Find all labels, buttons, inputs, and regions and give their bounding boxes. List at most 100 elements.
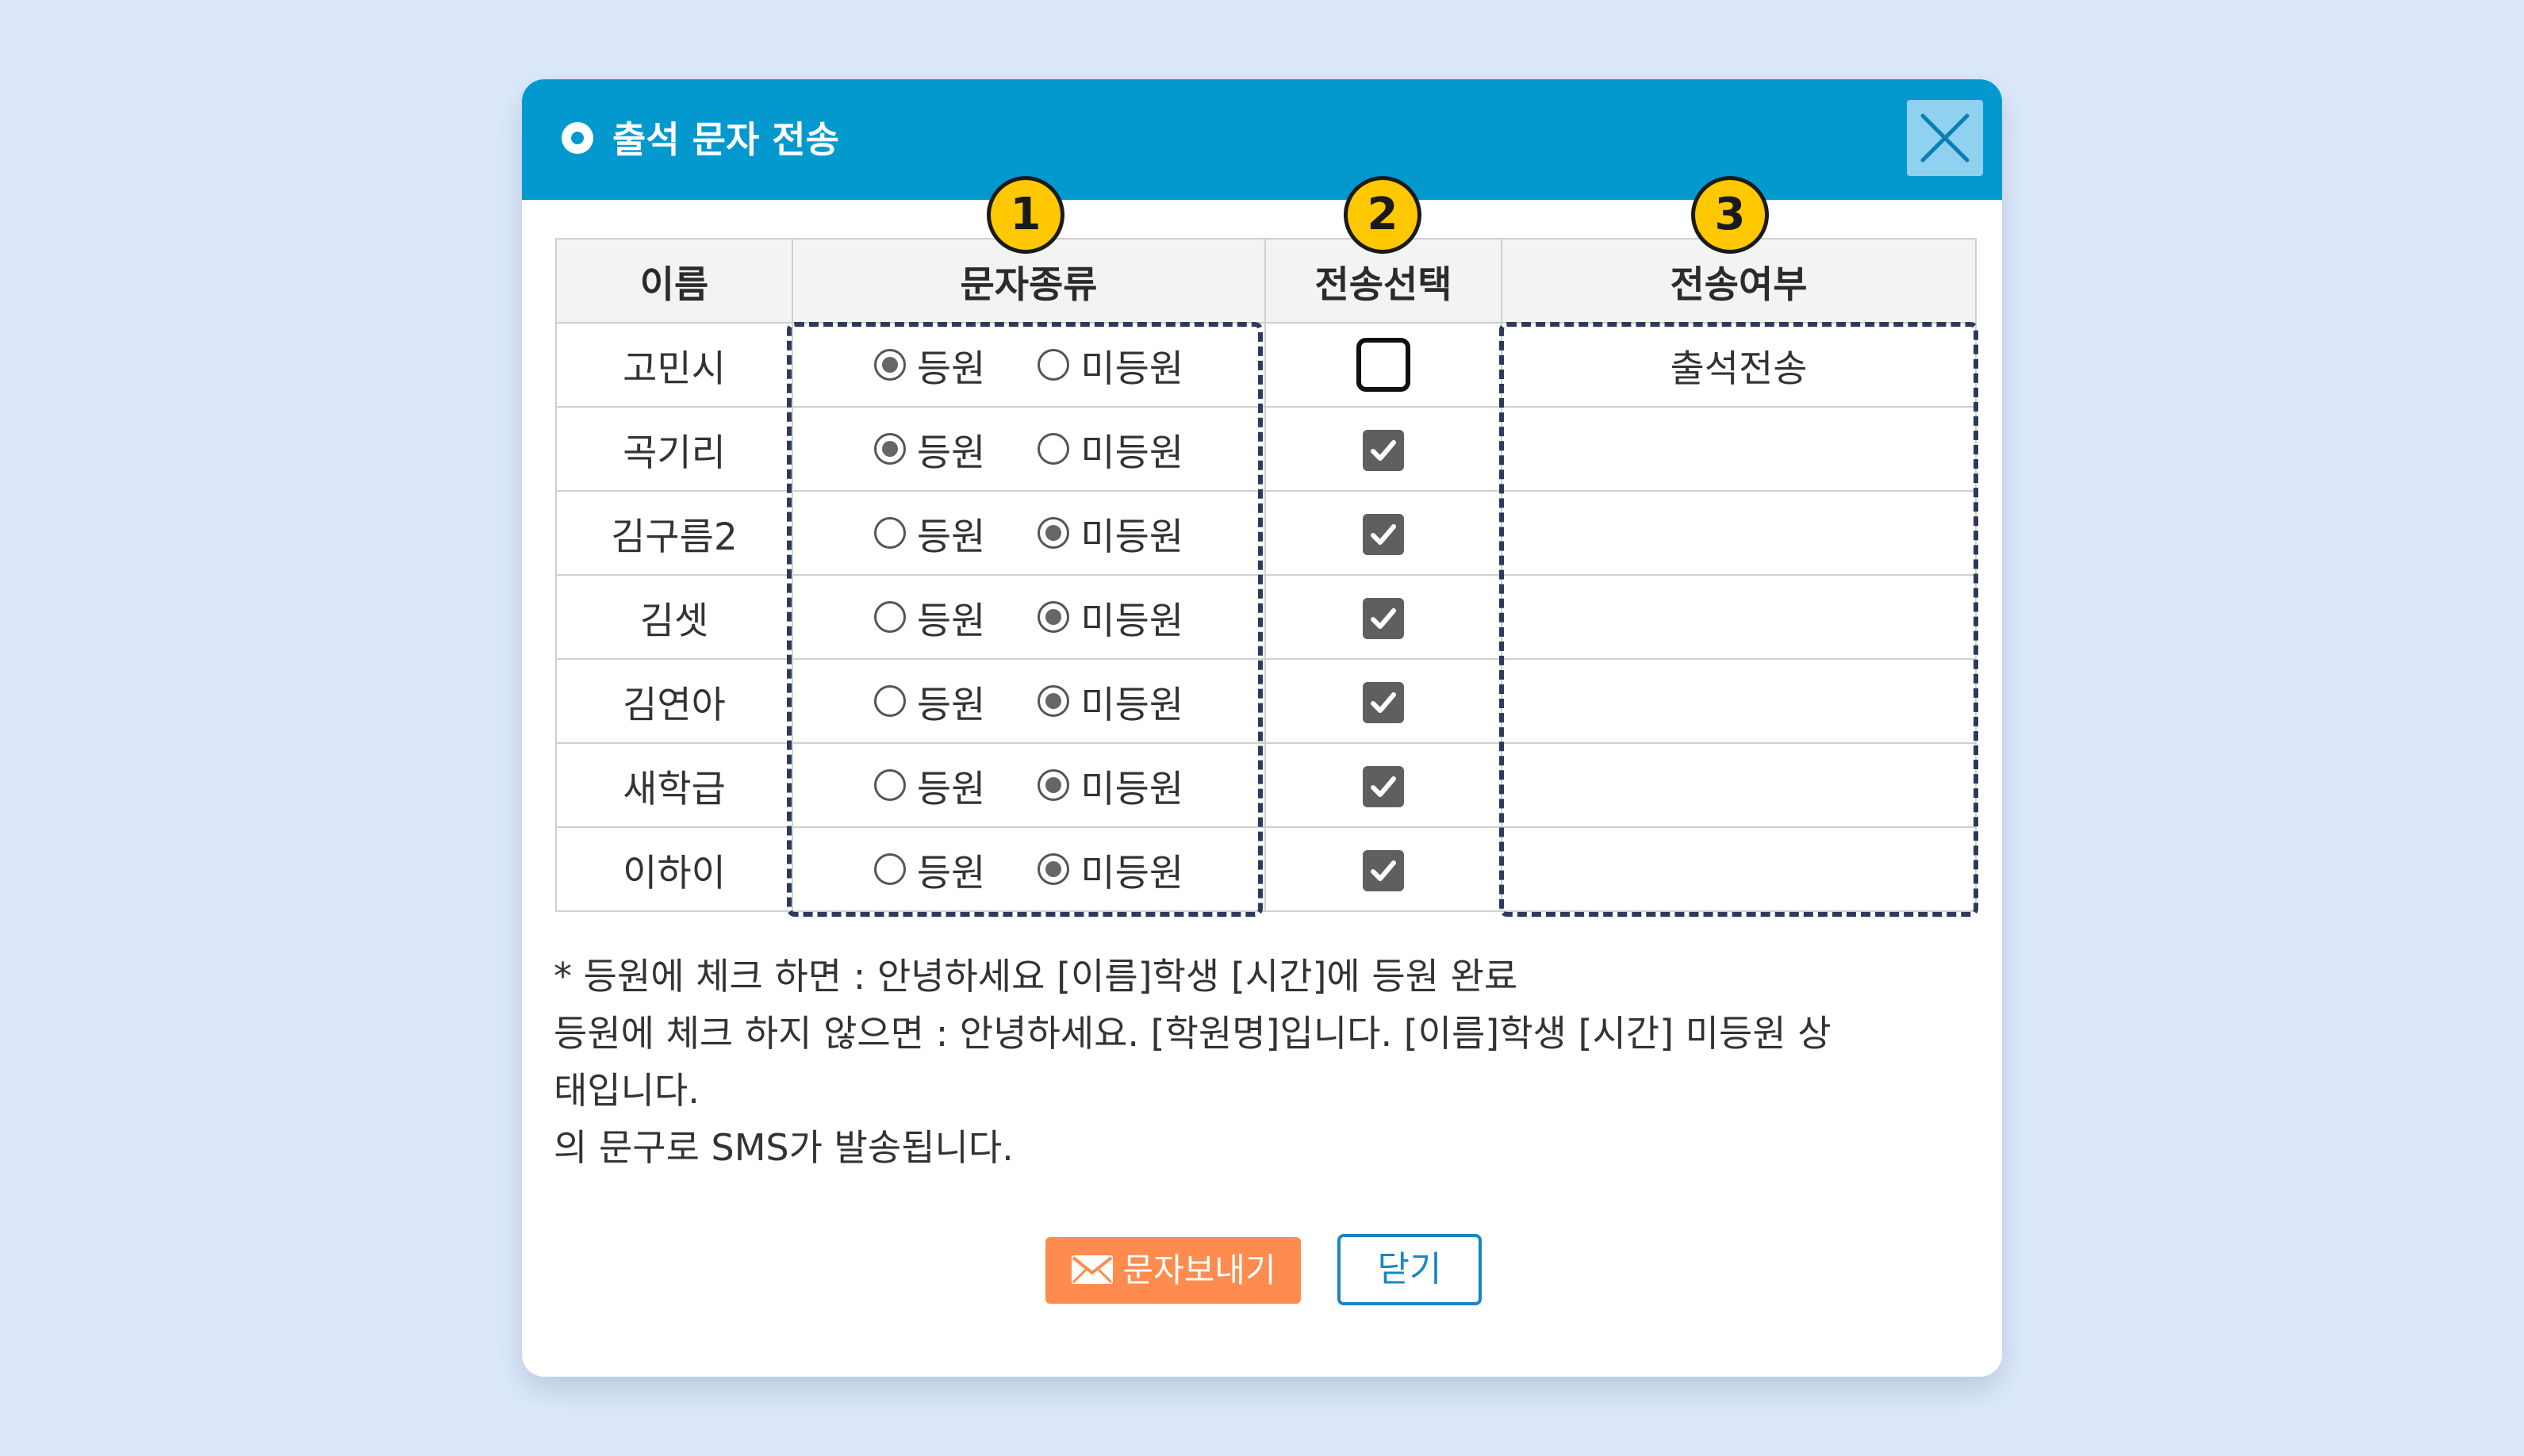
radio-option-arrived[interactable]: 등원: [873, 338, 985, 393]
table-row: 김구름2 등원 미등원: [555, 490, 1977, 576]
message-type-radio-group: 등원 미등원: [793, 338, 1264, 393]
checkmark-icon: [1371, 524, 1396, 546]
send-sms-label: 문자보내기: [1122, 1251, 1276, 1289]
message-type-radio-group: 등원 미등원: [793, 674, 1264, 729]
message-type-cell: 등원 미등원: [792, 658, 1266, 744]
table-body: 고민시 등원 미등원 출석전송 곡기리 등원 미등원 김구름2 등원 미등원 김셋 등원 미등원 김연아 등…: [555, 322, 1977, 912]
sms-template-notes: * 등원에 체크 하면 : 안녕하세요 [이름]학생 [시간]에 등원 완료 등…: [554, 948, 1981, 1176]
note-line: 등원에 체크 하지 않으면 : 안녕하세요. [학원명]입니다. [이름]학생 …: [554, 1012, 1832, 1055]
radio-button-icon[interactable]: [873, 517, 906, 549]
radio-button-icon[interactable]: [1038, 349, 1070, 381]
radio-button-icon[interactable]: [1038, 769, 1070, 801]
radio-option-not-arrived[interactable]: 미등원: [1038, 422, 1183, 477]
checkmark-icon: [1371, 608, 1396, 630]
radio-option-not-arrived[interactable]: 미등원: [1038, 590, 1183, 645]
send-checkbox-checked[interactable]: [1363, 514, 1404, 556]
radio-button-icon[interactable]: [873, 853, 906, 885]
radio-option-arrived[interactable]: 등원: [873, 590, 986, 645]
radio-option-not-arrived[interactable]: 미등원: [1038, 758, 1183, 813]
send-checkbox-checked[interactable]: [1363, 598, 1404, 640]
radio-option-not-arrived[interactable]: 미등원: [1038, 338, 1183, 393]
table-header-row: 이름 문자종류 전송선택 전송여부: [555, 238, 1977, 324]
table-row: 새학급 등원 미등원: [555, 742, 1977, 828]
radio-label: 등원: [916, 431, 986, 475]
send-checkbox-unchecked[interactable]: [1356, 338, 1410, 392]
student-name-cell: 김구름2: [555, 490, 793, 576]
radio-button-icon[interactable]: [873, 685, 906, 717]
message-type-radio-group: 등원 미등원: [793, 422, 1264, 477]
title-bullet-icon: [562, 122, 593, 154]
message-type-radio-group: 등원 미등원: [793, 842, 1264, 897]
page-background: 출석 문자 전송 1 2 3 이름 문자종류 전송선택 전송여부 고민시 등원 …: [0, 0, 2524, 1456]
radio-label: 미등원: [1080, 851, 1184, 895]
radio-label: 미등원: [1080, 767, 1184, 811]
message-type-cell: 등원 미등원: [792, 826, 1266, 912]
radio-label: 등원: [916, 599, 986, 643]
note-line: 의 문구로 SMS가 발송됩니다.: [554, 1126, 1014, 1169]
table-row: 이하이 등원 미등원: [555, 826, 1977, 912]
envelope-icon: [1072, 1255, 1114, 1284]
radio-label: 미등원: [1080, 683, 1184, 727]
send-select-cell: [1264, 490, 1502, 576]
send-status-cell: [1501, 742, 1977, 828]
radio-label: 미등원: [1080, 599, 1184, 643]
table-row: 김셋 등원 미등원: [555, 574, 1977, 660]
table-row: 김연아 등원 미등원: [555, 658, 1977, 744]
send-select-cell: [1264, 574, 1502, 660]
radio-option-arrived[interactable]: 등원: [873, 674, 986, 729]
checkmark-icon: [1371, 860, 1396, 882]
callout-badge-1: 1: [987, 176, 1064, 254]
student-table: 이름 문자종류 전송선택 전송여부 고민시 등원 미등원 출석전송 곡기리 등원 미등원 김구…: [555, 238, 1977, 912]
message-type-radio-group: 등원 미등원: [793, 506, 1264, 561]
message-type-cell: 등원 미등원: [792, 742, 1266, 828]
radio-option-arrived[interactable]: 등원: [873, 842, 986, 897]
radio-button-icon[interactable]: [873, 769, 906, 801]
checkmark-icon: [1371, 692, 1396, 714]
student-name-cell: 고민시: [555, 322, 793, 408]
send-checkbox-checked[interactable]: [1363, 682, 1404, 724]
student-name-cell: 새학급: [555, 742, 793, 828]
table-row: 고민시 등원 미등원 출석전송: [555, 322, 1977, 408]
radio-button-icon[interactable]: [873, 349, 906, 381]
checkmark-icon: [1371, 776, 1396, 798]
send-checkbox-checked[interactable]: [1363, 850, 1404, 892]
radio-button-icon[interactable]: [1038, 853, 1070, 885]
radio-label: 등원: [916, 683, 986, 727]
radio-button-icon[interactable]: [1038, 517, 1070, 549]
radio-option-not-arrived[interactable]: 미등원: [1038, 674, 1183, 729]
radio-option-not-arrived[interactable]: 미등원: [1038, 842, 1183, 897]
radio-option-arrived[interactable]: 등원: [873, 506, 985, 561]
radio-option-not-arrived[interactable]: 미등원: [1038, 506, 1183, 561]
message-type-radio-group: 등원 미등원: [793, 758, 1264, 813]
radio-label: 등원: [916, 767, 986, 811]
header-name: 이름: [555, 238, 793, 324]
send-checkbox-checked[interactable]: [1363, 430, 1404, 472]
send-status-cell: [1501, 490, 1977, 576]
student-name-cell: 이하이: [555, 826, 793, 912]
radio-label: 미등원: [1080, 347, 1184, 391]
note-line: 태입니다.: [554, 1069, 700, 1112]
close-dialog-button[interactable]: [1907, 100, 1983, 176]
table-row: 곡기리 등원 미등원: [555, 406, 1977, 492]
callout-badge-3: 3: [1691, 176, 1769, 254]
radio-label: 미등원: [1080, 515, 1184, 559]
callout-badge-2: 2: [1344, 176, 1421, 254]
send-checkbox-checked[interactable]: [1363, 766, 1404, 808]
radio-option-arrived[interactable]: 등원: [873, 422, 986, 477]
radio-button-icon[interactable]: [873, 433, 906, 465]
send-status-cell: [1501, 574, 1977, 660]
send-sms-button[interactable]: 문자보내기: [1045, 1237, 1301, 1304]
radio-button-icon[interactable]: [1038, 685, 1070, 717]
radio-button-icon[interactable]: [1038, 433, 1070, 465]
radio-label: 등원: [916, 851, 986, 895]
send-select-cell: [1264, 658, 1502, 744]
radio-option-arrived[interactable]: 등원: [873, 758, 986, 813]
note-line: * 등원에 체크 하면 : 안녕하세요 [이름]학생 [시간]에 등원 완료: [554, 955, 1518, 998]
close-x-icon: [1920, 113, 1970, 163]
radio-button-icon[interactable]: [873, 601, 906, 633]
close-button[interactable]: 닫기: [1337, 1234, 1482, 1305]
attendance-sms-dialog: 출석 문자 전송 1 2 3 이름 문자종류 전송선택 전송여부 고민시 등원 …: [522, 79, 2002, 1377]
student-name-cell: 곡기리: [555, 406, 793, 492]
send-select-cell: [1264, 406, 1502, 492]
radio-button-icon[interactable]: [1038, 601, 1070, 633]
